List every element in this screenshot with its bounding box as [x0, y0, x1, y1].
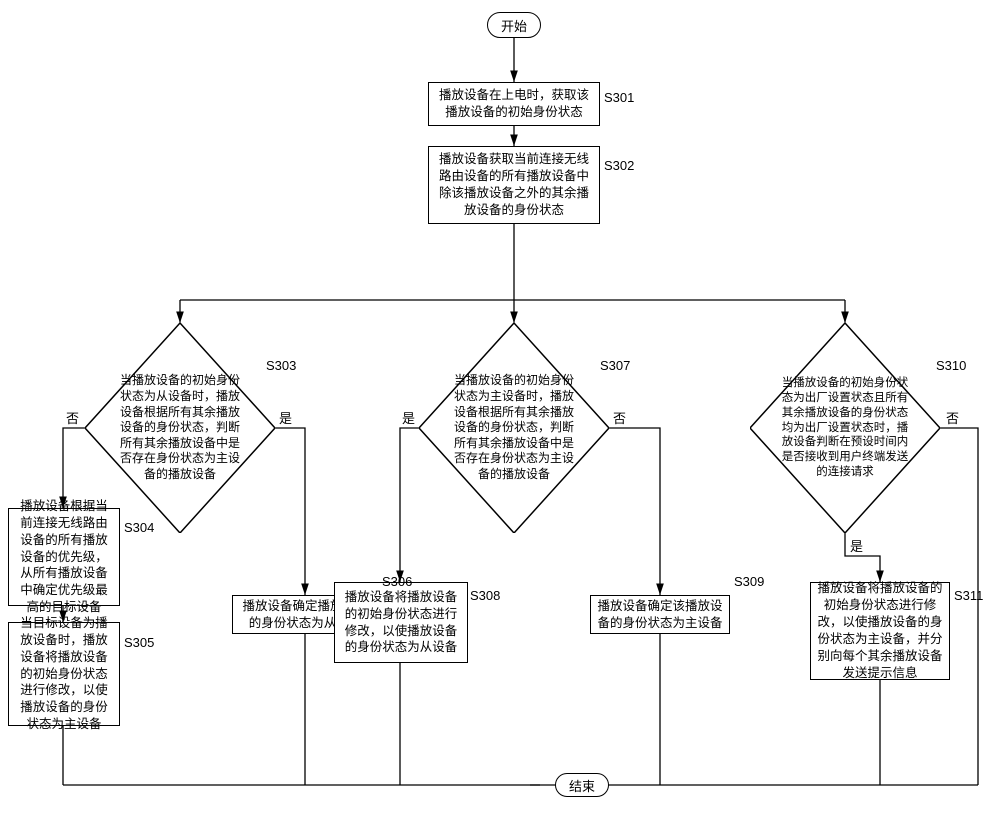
decision-s307: 当播放设备的初始身份状态为主设备时，播放设备根据所有其余播放设备的身份状态，判断…	[419, 323, 609, 533]
step-s304-text: 播放设备根据当前连接无线路由设备的所有播放设备的优先级，从所有播放设备中确定优先…	[15, 498, 113, 616]
step-s301-label: S301	[604, 90, 634, 105]
step-s304-label: S304	[124, 520, 154, 535]
s303-yes: 是	[279, 408, 292, 427]
step-s308: 播放设备将播放设备的初始身份状态进行修改，以使播放设备的身份状态为从设备	[334, 582, 468, 663]
step-s308-text: 播放设备将播放设备的初始身份状态进行修改，以使播放设备的身份状态为从设备	[341, 589, 461, 657]
step-s305-text: 当目标设备为播放设备时，播放设备将播放设备的初始身份状态进行修改，以使播放设备的…	[15, 615, 113, 733]
s310-no: 否	[946, 408, 959, 427]
step-s303-label: S303	[266, 358, 296, 373]
step-s301: 播放设备在上电时，获取该播放设备的初始身份状态	[428, 82, 600, 126]
step-s307-label: S307	[600, 358, 630, 373]
s307-yes: 是	[402, 408, 415, 427]
decision-s303-text: 当播放设备的初始身份状态为从设备时，播放设备根据所有其余播放设备的身份状态，判断…	[119, 373, 241, 482]
step-s301-text: 播放设备在上电时，获取该播放设备的初始身份状态	[435, 87, 593, 121]
end-label: 结束	[569, 776, 595, 795]
step-s302-text: 播放设备获取当前连接无线路由设备的所有播放设备中除该播放设备之外的其余播放设备的…	[435, 151, 593, 219]
step-s305-label: S305	[124, 635, 154, 650]
step-s304: 播放设备根据当前连接无线路由设备的所有播放设备的优先级，从所有播放设备中确定优先…	[8, 508, 120, 606]
step-s309-label: S309	[734, 574, 764, 589]
step-s308-label: S308	[470, 588, 500, 603]
step-s309-text: 播放设备确定该播放设备的身份状态为主设备	[597, 598, 723, 632]
step-s309: 播放设备确定该播放设备的身份状态为主设备	[590, 595, 730, 634]
s310-yes: 是	[850, 536, 863, 555]
s307-no: 否	[613, 408, 626, 427]
step-s310-label: S310	[936, 358, 966, 373]
step-s302: 播放设备获取当前连接无线路由设备的所有播放设备中除该播放设备之外的其余播放设备的…	[428, 146, 600, 224]
decision-s307-text: 当播放设备的初始身份状态为主设备时，播放设备根据所有其余播放设备的身份状态，判断…	[453, 373, 575, 482]
step-s302-label: S302	[604, 158, 634, 173]
step-s306-label: S306	[382, 574, 412, 589]
end-terminator: 结束	[555, 773, 609, 797]
step-s311-label: S311	[954, 588, 983, 603]
start-label: 开始	[501, 16, 527, 35]
start-terminator: 开始	[487, 12, 541, 38]
step-s311: 播放设备将播放设备的初始身份状态进行修改，以使播放设备的身份状态为主设备，并分别…	[810, 582, 950, 680]
decision-s310: 当播放设备的初始身份状态为出厂设置状态且所有其余播放设备的身份状态均为出厂设置状…	[750, 323, 940, 533]
decision-s310-text: 当播放设备的初始身份状态为出厂设置状态且所有其余播放设备的身份状态均为出厂设置状…	[777, 376, 914, 481]
step-s305: 当目标设备为播放设备时，播放设备将播放设备的初始身份状态进行修改，以使播放设备的…	[8, 622, 120, 726]
s303-no: 否	[66, 408, 79, 427]
step-s311-text: 播放设备将播放设备的初始身份状态进行修改，以使播放设备的身份状态为主设备，并分别…	[817, 580, 943, 681]
decision-s303: 当播放设备的初始身份状态为从设备时，播放设备根据所有其余播放设备的身份状态，判断…	[85, 323, 275, 533]
